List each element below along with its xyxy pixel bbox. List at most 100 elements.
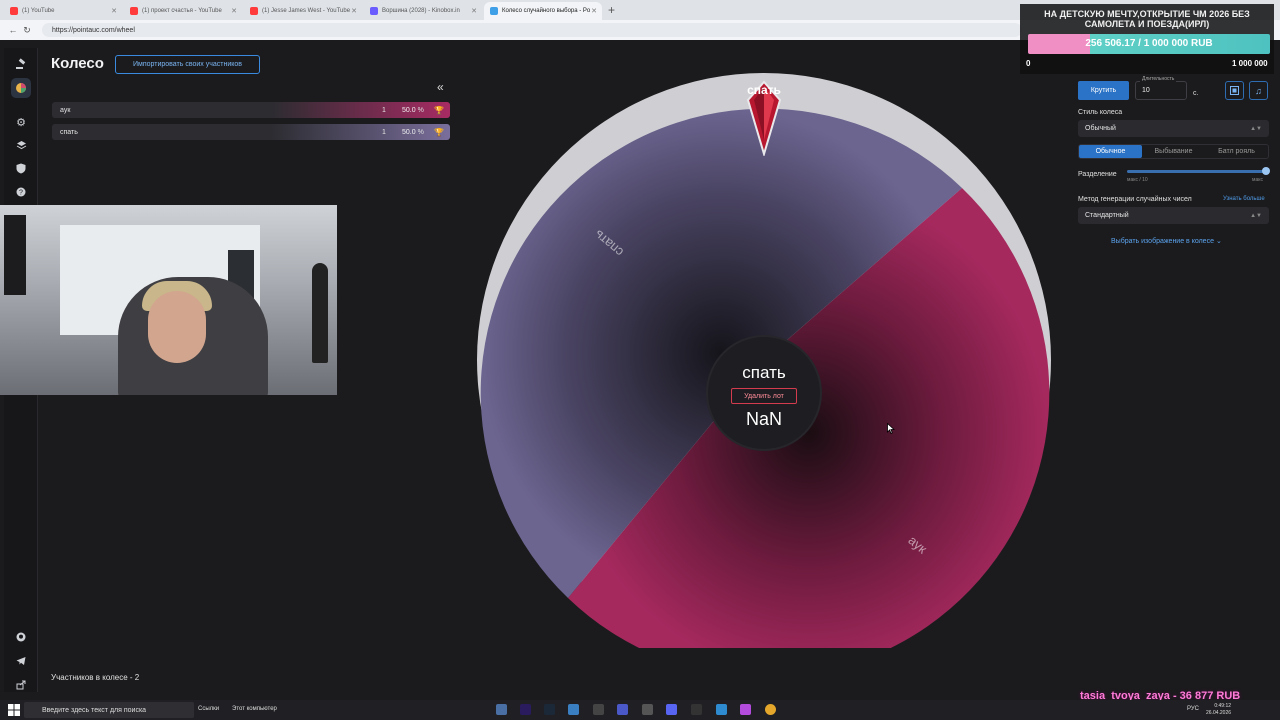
help-icon[interactable]: ? <box>11 182 31 202</box>
pointer-label: спать <box>747 83 781 97</box>
export-icon[interactable] <box>11 675 31 695</box>
split-slider[interactable] <box>1127 170 1267 173</box>
keyboard-language[interactable]: РУС <box>1187 706 1199 712</box>
tab-title: (1) Jesse James West - YouTube <box>262 8 351 14</box>
choose-image-label: Выбрать изображение в колесе <box>1111 238 1214 245</box>
winner-amount: NaN <box>745 409 782 429</box>
mode-normal[interactable]: Обычное <box>1079 145 1142 158</box>
pointauc-icon <box>490 7 498 15</box>
taskbar: Введите здесь текст для поиска Ссылки Эт… <box>0 700 1280 720</box>
taskbar-this-computer[interactable]: Этот компьютер <box>232 706 277 712</box>
wheel-icon[interactable] <box>11 78 31 98</box>
shield-icon[interactable] <box>11 158 31 178</box>
trophy-icon[interactable]: 🏆 <box>434 128 444 137</box>
obs-icon[interactable] <box>642 704 653 715</box>
twitch-icon[interactable] <box>740 704 751 715</box>
trophy-icon[interactable]: 🏆 <box>434 106 444 115</box>
import-participants-button[interactable]: Импортировать своих участников <box>115 55 260 74</box>
kinobox-icon <box>370 7 378 15</box>
calculator-icon[interactable] <box>496 704 507 715</box>
tab-title: (1) проект счастья - YouTube <box>142 8 222 14</box>
mouse-cursor-icon <box>887 421 896 439</box>
delete-lot-button[interactable]: Удалить лот <box>731 388 797 404</box>
vpn-icon[interactable] <box>617 704 628 715</box>
spin-button[interactable]: Крутить <box>1078 81 1129 100</box>
taskbar-search-input[interactable]: Введите здесь текст для поиска <box>24 702 194 718</box>
browser-tab-active[interactable]: Колесо случайного выбора - Po ✕ <box>484 2 602 20</box>
steam-icon[interactable] <box>544 704 555 715</box>
tab-title: Колесо случайного выбора - Po <box>502 8 591 14</box>
browser-tab[interactable]: Воршина (2028) - Kinobox.in ✕ <box>364 2 482 20</box>
discord-icon[interactable] <box>666 704 677 715</box>
collapse-panel-button[interactable]: « <box>437 80 444 94</box>
split-label: Разделение <box>1078 171 1117 178</box>
donation-goal-title: НА ДЕТСКУЮ МЕЧТУ,ОТКРЫТИЕ ЧМ 2026 БЕЗ СА… <box>1044 9 1250 29</box>
lot-percent-value: 50.0 <box>402 106 416 114</box>
premiere-icon[interactable] <box>520 704 531 715</box>
lot-percent-sign: % <box>417 106 424 114</box>
music-icon[interactable]: ♫ <box>1249 81 1268 100</box>
browser-tab[interactable]: (1) проект счастья - YouTube ✕ <box>124 2 242 20</box>
gear-icon[interactable]: ⚙ <box>11 112 31 132</box>
svg-text:?: ? <box>19 190 23 197</box>
split-max-label: макс <box>1252 177 1263 183</box>
tab-title: Воршина (2028) - Kinobox.in <box>382 8 460 14</box>
close-tab-icon[interactable]: ✕ <box>591 7 597 15</box>
close-tab-icon[interactable]: ✕ <box>231 7 237 15</box>
tab-title: (1) YouTube <box>22 8 55 14</box>
github-icon[interactable] <box>11 627 31 647</box>
duration-field[interactable]: 10 <box>1135 81 1187 100</box>
reload-icon[interactable]: ↻ <box>20 25 34 36</box>
close-tab-icon[interactable]: ✕ <box>111 7 117 15</box>
edge-icon[interactable] <box>568 704 579 715</box>
gavel-icon[interactable] <box>11 54 31 74</box>
lot-percent: 50.0% <box>402 129 424 136</box>
url-field[interactable]: https://pointauc.com/wheel <box>42 23 1022 37</box>
close-tab-icon[interactable]: ✕ <box>351 7 357 15</box>
youtube-icon <box>250 7 258 15</box>
back-icon[interactable]: ← <box>6 25 20 35</box>
browser-tab[interactable]: (1) Jesse James West - YouTube ✕ <box>244 2 362 20</box>
split-min-label: макс / 10 <box>1127 177 1148 183</box>
fullscreen-icon[interactable] <box>1225 81 1244 100</box>
lot-name: аук <box>60 106 71 114</box>
split-slider-handle[interactable] <box>1262 167 1270 175</box>
layers-icon[interactable] <box>11 135 31 155</box>
rng-method-select[interactable]: Стандартный ▲▼ <box>1078 207 1269 224</box>
donation-min-label: 0 <box>1026 59 1031 68</box>
windows-start-icon[interactable] <box>8 704 20 716</box>
lot-amount: 1 <box>382 106 386 114</box>
chevron-down-icon: ▲▼ <box>1250 212 1262 219</box>
browser-tab[interactable]: (1) YouTube ✕ <box>4 2 122 20</box>
lot-amount: 1 <box>382 128 386 136</box>
clock-date: 26.04.2026 <box>1206 710 1232 716</box>
chrome-icon[interactable] <box>765 704 776 715</box>
new-tab-button[interactable]: + <box>608 2 615 20</box>
wheel-style-select[interactable]: Обычный ▲▼ <box>1078 120 1269 137</box>
choose-wheel-image-button[interactable]: Выбрать изображение в колесе ⌄ <box>1111 237 1222 245</box>
learn-more-link[interactable]: Узнать больше <box>1223 196 1265 202</box>
wheel-style-label: Стиль колеса <box>1078 109 1123 116</box>
winner-name: спать <box>742 363 786 382</box>
youtube-icon <box>130 7 138 15</box>
taskbar-clock[interactable]: 0:49:12 26.04.2026 <box>1206 703 1231 717</box>
clock-time: 0:49:12 <box>1214 703 1232 709</box>
mode-elimination[interactable]: Выбывание <box>1142 145 1205 158</box>
lot-row[interactable]: спать 1 50.0% 🏆 <box>52 124 450 140</box>
lot-percent: 50.0% <box>402 107 424 114</box>
duration-unit: с. <box>1193 90 1199 97</box>
taskbar-links[interactable]: Ссылки <box>198 706 219 712</box>
lot-name: спать <box>60 128 78 136</box>
donation-max-label: 1 000 000 <box>1232 59 1268 68</box>
close-tab-icon[interactable]: ✕ <box>471 7 477 15</box>
chevron-down-icon: ▲▼ <box>1250 125 1262 132</box>
app-icon[interactable] <box>691 704 702 715</box>
settings-icon[interactable] <box>593 704 604 715</box>
lot-percent-value: 50.0 <box>402 128 416 136</box>
browser-icon[interactable] <box>716 704 727 715</box>
telegram-icon[interactable] <box>11 651 31 671</box>
chevron-down-icon: ⌄ <box>1215 238 1222 245</box>
mode-battle-royale[interactable]: Батл рояль <box>1205 145 1268 158</box>
lot-row[interactable]: аук 1 50.0% 🏆 <box>52 102 450 118</box>
participants-count: Участников в колесе - 2 <box>51 673 140 682</box>
